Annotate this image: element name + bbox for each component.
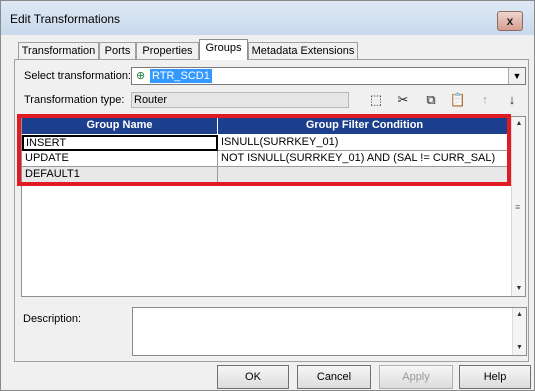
new-group-icon[interactable]: ⬚: [366, 91, 386, 109]
scroll-up-icon[interactable]: ▲: [512, 117, 525, 131]
cut-icon[interactable]: ✂: [393, 91, 413, 109]
tab-properties[interactable]: Properties: [136, 42, 199, 59]
select-transformation-value: RTR_SCD1: [150, 69, 212, 83]
scroll-down-icon[interactable]: ▼: [512, 282, 525, 296]
tab-ports[interactable]: Ports: [99, 42, 136, 59]
select-transformation-label: Select transformation:: [24, 70, 131, 82]
transformation-type-field: Router: [131, 92, 349, 108]
scroll-grip-icon[interactable]: ≡: [515, 203, 523, 212]
transformation-type-label: Transformation type:: [24, 94, 125, 106]
window-title: Edit Transformations: [10, 12, 121, 26]
tab-transformation[interactable]: Transformation: [18, 42, 99, 59]
table-scrollbar[interactable]: ▲ ≡ ▼: [511, 117, 525, 296]
move-down-icon[interactable]: ↓: [502, 91, 522, 109]
description-textarea[interactable]: ▲ ▼: [132, 307, 527, 356]
description-scrollbar[interactable]: ▲ ▼: [512, 308, 526, 355]
move-up-icon[interactable]: ↑: [475, 91, 495, 109]
copy-icon[interactable]: ⧉: [421, 91, 441, 109]
description-label: Description:: [23, 313, 82, 325]
router-transformation-icon: ⊕: [136, 70, 146, 82]
title-bar[interactable]: Edit Transformations x: [1, 1, 534, 35]
highlight-annotation: [17, 114, 511, 186]
cancel-button[interactable]: Cancel: [297, 365, 371, 389]
select-transformation-dropdown[interactable]: ⊕ RTR_SCD1 ▼: [131, 67, 526, 85]
scroll-down-icon[interactable]: ▼: [513, 341, 526, 355]
tab-groups[interactable]: Groups: [199, 39, 248, 60]
tab-metadata-extensions[interactable]: Metadata Extensions: [248, 42, 358, 59]
apply-button[interactable]: Apply: [379, 365, 453, 389]
edit-transformations-dialog: Edit Transformations x Transformation Po…: [0, 0, 535, 391]
ok-button[interactable]: OK: [217, 365, 289, 389]
paste-icon[interactable]: 📋: [448, 91, 468, 109]
chevron-down-icon[interactable]: ▼: [508, 68, 525, 84]
help-button[interactable]: Help: [459, 365, 531, 389]
close-button[interactable]: x: [497, 11, 523, 31]
scroll-up-icon[interactable]: ▲: [513, 308, 526, 322]
